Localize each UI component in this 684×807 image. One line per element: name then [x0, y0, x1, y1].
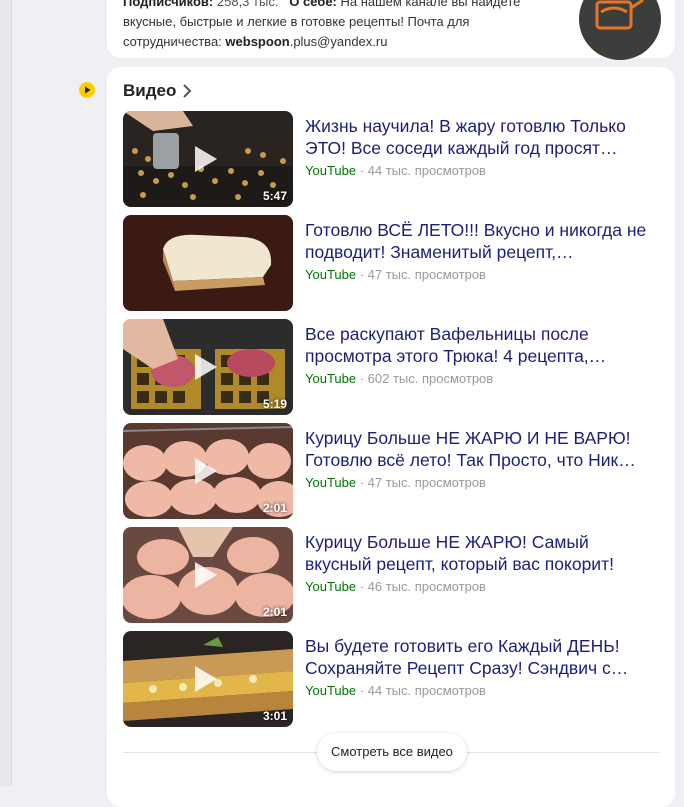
video-thumbnail[interactable] [123, 215, 293, 311]
video-source: YouTube [305, 475, 357, 490]
play-icon [195, 146, 217, 172]
play-icon [195, 666, 217, 692]
video-views: 602 тыс. просмотров [367, 371, 494, 386]
video-views: 44 тыс. просмотров [367, 163, 486, 178]
show-all-videos-button[interactable]: Смотреть все видео [317, 733, 467, 771]
video-meta: YouTube · 47 тыс. просмотров [305, 267, 486, 282]
video-views: 44 тыс. просмотров [367, 683, 486, 698]
video-title-link[interactable]: Курицу Больше НЕ ЖАРЮ! Самый вкусный рец… [305, 531, 655, 575]
channel-about: Подписчиков: 258,3 тыс. О себе: На нашем… [123, 0, 543, 52]
video-item[interactable]: 2:01 Курицу Больше НЕ ЖАРЮ! Самый вкусны… [123, 527, 663, 623]
channel-avatar[interactable] [579, 0, 661, 60]
video-thumbnail[interactable]: 5:47 [123, 111, 293, 207]
meta-separator: · [356, 579, 368, 594]
video-title-link[interactable]: Готовлю ВСЁ ЛЕТО!!! Вкусно и никогда не … [305, 219, 655, 263]
video-source: YouTube [305, 267, 357, 282]
chevron-right-icon [183, 84, 192, 98]
meta-separator: · [356, 163, 368, 178]
video-source: YouTube [305, 683, 357, 698]
play-icon [195, 354, 217, 380]
video-thumbnail[interactable]: 2:01 [123, 527, 293, 623]
video-title-link[interactable]: Все раскупают Вафельницы после просмотра… [305, 323, 655, 367]
video-source: YouTube [305, 371, 357, 386]
meta-separator: · [356, 267, 368, 282]
video-source: YouTube [305, 163, 357, 178]
meta-separator: · [356, 683, 368, 698]
subscribers-label: Подписчиков: [123, 0, 214, 9]
video-meta: YouTube · 602 тыс. просмотров [305, 371, 493, 386]
video-source: YouTube [305, 579, 357, 594]
thumbnail-image-bread [123, 215, 293, 311]
left-edge-strip [0, 0, 12, 786]
play-badge-icon [79, 82, 95, 98]
video-title-link[interactable]: Вы будете готовить его Каждый ДЕНЬ! Сохр… [305, 635, 655, 679]
video-duration: 2:01 [262, 605, 287, 619]
email-bold: webspoon [225, 34, 290, 49]
video-duration: 3:01 [262, 709, 287, 723]
video-duration: 5:47 [262, 189, 287, 203]
channel-card: Подписчиков: 258,3 тыс. О себе: На нашем… [107, 0, 675, 60]
video-title-link[interactable]: Курицу Больше НЕ ЖАРЮ И НЕ ВАРЮ! Готовлю… [305, 427, 655, 471]
video-meta: YouTube · 47 тыс. просмотров [305, 475, 486, 490]
video-item[interactable]: 2:01 Курицу Больше НЕ ЖАРЮ И НЕ ВАРЮ! Го… [123, 423, 663, 519]
video-views: 46 тыс. просмотров [367, 579, 486, 594]
meta-separator: · [356, 371, 368, 386]
video-item[interactable]: 5:47 Жизнь научила! В жару готовлю Тольк… [123, 111, 663, 207]
video-views: 47 тыс. просмотров [367, 267, 486, 282]
video-title-link[interactable]: Жизнь научила! В жару готовлю Только ЭТО… [305, 115, 655, 159]
video-item[interactable]: 3:01 Вы будете готовить его Каждый ДЕНЬ!… [123, 631, 663, 727]
videos-section-title: Видео [123, 81, 177, 100]
about-label: О себе: [289, 0, 337, 9]
video-duration: 2:01 [262, 501, 287, 515]
video-meta: YouTube · 44 тыс. просмотров [305, 683, 486, 698]
video-thumbnail[interactable]: 3:01 [123, 631, 293, 727]
video-item[interactable]: 5:19 Все раскупают Вафельницы после прос… [123, 319, 663, 415]
video-item[interactable]: Готовлю ВСЁ ЛЕТО!!! Вкусно и никогда не … [123, 215, 663, 311]
video-duration: 5:19 [262, 397, 287, 411]
videos-card: Видео 5:47 Жизнь научила! В жару готовлю… [107, 67, 675, 807]
video-views: 47 тыс. просмотров [367, 475, 486, 490]
subscribers-value: 258,3 тыс. [216, 0, 279, 9]
play-icon [195, 458, 217, 484]
meta-separator: · [356, 475, 368, 490]
videos-section-link[interactable]: Видео [123, 81, 192, 101]
email-rest: .plus@yandex.ru [289, 34, 388, 49]
video-meta: YouTube · 46 тыс. просмотров [305, 579, 486, 594]
video-meta: YouTube · 44 тыс. просмотров [305, 163, 486, 178]
play-icon [195, 562, 217, 588]
video-thumbnail[interactable]: 2:01 [123, 423, 293, 519]
video-thumbnail[interactable]: 5:19 [123, 319, 293, 415]
